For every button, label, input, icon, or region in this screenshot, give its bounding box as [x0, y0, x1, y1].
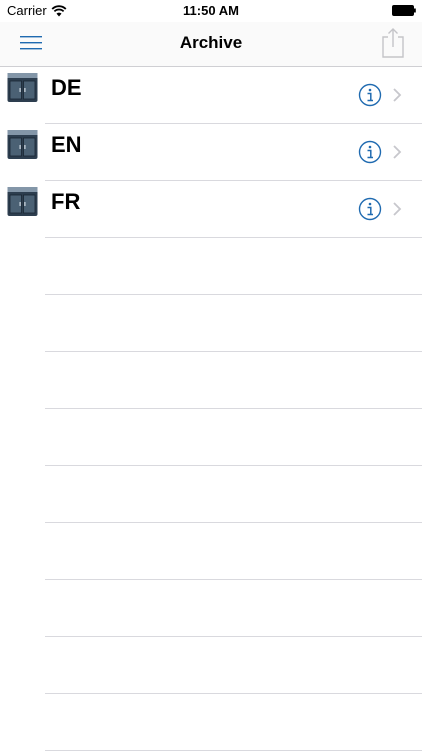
info-icon[interactable]: [358, 197, 382, 221]
info-icon[interactable]: [358, 140, 382, 164]
empty-row: [0, 409, 422, 466]
navigation-bar: Archive: [0, 22, 422, 67]
list-item-de[interactable]: DE: [0, 67, 422, 124]
chevron-right-icon: [393, 145, 402, 159]
empty-row: [0, 523, 422, 580]
empty-row: [0, 352, 422, 409]
empty-row: [0, 694, 422, 751]
empty-row: [0, 580, 422, 637]
list-item-fr[interactable]: FR: [0, 181, 422, 238]
info-icon[interactable]: [358, 83, 382, 107]
cabinet-icon: [7, 73, 38, 102]
chevron-right-icon: [393, 88, 402, 102]
empty-row: [0, 238, 422, 295]
archive-list: DE EN FR: [0, 67, 422, 751]
empty-row: [0, 466, 422, 523]
status-bar: Carrier 11:50 AM: [0, 0, 422, 22]
status-time: 11:50 AM: [183, 3, 239, 18]
list-item-label: DE: [51, 75, 82, 100]
battery-icon: [392, 5, 416, 16]
cabinet-icon: [7, 187, 38, 216]
cabinet-icon: [7, 130, 38, 159]
list-item-en[interactable]: EN: [0, 124, 422, 181]
share-icon[interactable]: [380, 27, 406, 59]
list-item-label: EN: [51, 132, 82, 157]
chevron-right-icon: [393, 202, 402, 216]
list-item-label: FR: [51, 189, 81, 214]
empty-row: [0, 637, 422, 694]
page-title: Archive: [179, 33, 243, 52]
empty-row: [0, 295, 422, 352]
